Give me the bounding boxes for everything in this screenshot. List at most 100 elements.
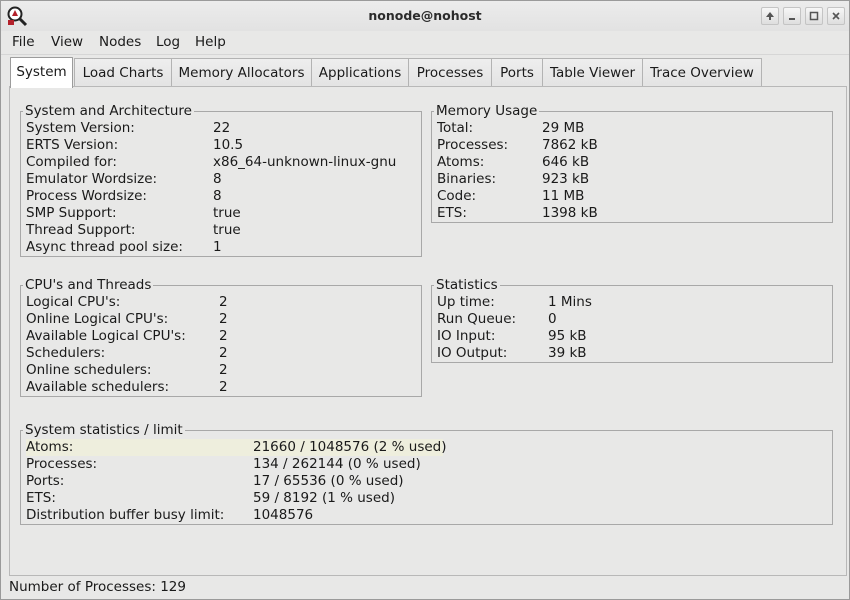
info-row-value: 2: [219, 311, 228, 327]
info-row-value: 21660 / 1048576 (2 % used): [253, 439, 447, 455]
info-row-label: Code:: [437, 188, 477, 204]
box-title: Memory Usage: [436, 103, 538, 119]
info-row-label: Online schedulers:: [26, 362, 152, 378]
box-title: System and Architecture: [25, 103, 192, 119]
menu-view[interactable]: View: [51, 34, 83, 50]
maximize-icon: [809, 11, 819, 21]
info-row-value: 8: [213, 188, 222, 204]
info-row-value: 0: [548, 311, 557, 327]
info-row-value: 59 / 8192 (1 % used): [253, 490, 395, 506]
info-row-label: Binaries:: [437, 171, 497, 187]
close-icon: [832, 12, 840, 20]
info-row-label: Logical CPU's:: [26, 294, 121, 310]
info-row-value: 22: [213, 120, 231, 136]
tab-table-viewer[interactable]: Table Viewer: [542, 58, 643, 87]
info-row-value: 646 kB: [542, 154, 590, 170]
info-row-value: 39 kB: [548, 345, 587, 361]
info-row: Available Logical CPU's: 2: [26, 328, 409, 345]
info-row-value: 923 kB: [542, 171, 590, 187]
info-row-label: IO Output:: [437, 345, 508, 361]
menu-log[interactable]: Log: [156, 34, 180, 50]
info-row-value: true: [213, 222, 241, 238]
menu-file[interactable]: File: [12, 34, 35, 50]
menu-nodes[interactable]: Nodes: [99, 34, 141, 50]
info-row-label: Thread Support:: [26, 222, 136, 238]
info-row-value: 29 MB: [542, 120, 585, 136]
menu-bar: File View Nodes Log Help: [1, 31, 849, 55]
info-row-label: Async thread pool size:: [26, 239, 183, 255]
info-row: Logical CPU's: 2: [26, 294, 409, 311]
info-row: Emulator Wordsize: 8: [26, 171, 403, 188]
info-row: Atoms: 21660 / 1048576 (2 % used): [26, 439, 447, 456]
system-architecture-box: System and Architecture System Version: 2…: [20, 104, 422, 257]
box-title: Statistics: [436, 277, 498, 293]
close-button[interactable]: [827, 7, 845, 25]
tab-applications[interactable]: Applications: [311, 58, 409, 87]
tab-trace-overview[interactable]: Trace Overview: [642, 58, 762, 87]
info-row: IO Output: 39 kB: [437, 345, 738, 362]
menu-help[interactable]: Help: [195, 34, 226, 50]
cpu-threads-box: CPU's and Threads Logical CPU's: 2 Online …: [20, 278, 422, 397]
arrow-up-icon: [766, 12, 774, 20]
info-row-value: 7862 kB: [542, 137, 598, 153]
info-row-value: 8: [213, 171, 222, 187]
info-row-label: Run Queue:: [437, 311, 517, 327]
info-row-value: 134 / 262144 (0 % used): [253, 456, 421, 472]
info-row-value: 95 kB: [548, 328, 587, 344]
window-title: nonode@nohost: [368, 8, 482, 23]
maximize-button[interactable]: [805, 7, 823, 25]
info-row-value: 1: [213, 239, 222, 255]
tab-processes[interactable]: Processes: [408, 58, 492, 87]
info-row-label: Distribution buffer busy limit:: [26, 507, 225, 523]
minimize-icon: [789, 18, 795, 20]
info-row-label: Atoms:: [437, 154, 485, 170]
minimize-button[interactable]: [783, 7, 801, 25]
info-row: Processes: 7862 kB: [437, 137, 732, 154]
info-row-value: 2: [219, 328, 228, 344]
keep-above-button[interactable]: [761, 7, 779, 25]
tab-memory-allocators[interactable]: Memory Allocators: [171, 58, 312, 87]
info-row: Thread Support: true: [26, 222, 403, 239]
info-row: Atoms: 646 kB: [437, 154, 732, 171]
info-row: Online schedulers: 2: [26, 362, 409, 379]
info-row-value: x86_64-unknown-linux-gnu: [213, 154, 397, 170]
info-row: ERTS Version: 10.5: [26, 137, 403, 154]
info-row-label: Atoms:: [26, 439, 74, 455]
info-row-value: 2: [219, 345, 228, 361]
info-row-value: 10.5: [213, 137, 244, 153]
info-row-value: true: [213, 205, 241, 221]
info-row: Distribution buffer busy limit: 1048576: [26, 507, 443, 524]
info-row: Schedulers: 2: [26, 345, 409, 362]
tab-ports[interactable]: Ports: [491, 58, 543, 87]
statistics-box: Statistics Up time: 1 Mins Run Queue: 0 IO I…: [431, 278, 833, 363]
info-row: Compiled for: x86_64-unknown-linux-gnu: [26, 154, 403, 171]
memory-usage-box: Memory Usage Total: 29 MB Processes: 7862 k…: [431, 104, 833, 223]
info-row-value: 1 Mins: [548, 294, 592, 310]
info-row: Run Queue: 0: [437, 311, 738, 328]
info-row-value: 2: [219, 379, 228, 395]
tab-bar: System Load Charts Memory Allocators App…: [9, 57, 849, 88]
box-title: CPU's and Threads: [25, 277, 152, 293]
info-row-label: ETS:: [26, 490, 56, 506]
info-row: Processes: 134 / 262144 (0 % used): [26, 456, 443, 473]
info-row-label: Up time:: [437, 294, 495, 310]
info-row-value: 1048576: [253, 507, 314, 523]
tab-load-charts[interactable]: Load Charts: [74, 58, 172, 87]
tab-system[interactable]: System: [10, 57, 73, 88]
info-row: Available schedulers: 2: [26, 379, 409, 396]
info-row-label: Compiled for:: [26, 154, 117, 170]
info-row: SMP Support: true: [26, 205, 403, 222]
info-row-label: IO Input:: [437, 328, 496, 344]
info-row-label: Online Logical CPU's:: [26, 311, 169, 327]
info-row: Ports: 17 / 65536 (0 % used): [26, 473, 443, 490]
info-row: Up time: 1 Mins: [437, 294, 738, 311]
info-row-value: 2: [219, 294, 228, 310]
info-row: Total: 29 MB: [437, 120, 732, 137]
info-row-label: Ports:: [26, 473, 65, 489]
info-row-label: Schedulers:: [26, 345, 106, 361]
info-row: ETS: 59 / 8192 (1 % used): [26, 490, 443, 507]
info-row-label: Total:: [437, 120, 474, 136]
box-title: System statistics / limit: [25, 422, 183, 438]
info-row-label: Available schedulers:: [26, 379, 170, 395]
title-bar[interactable]: nonode@nohost: [1, 1, 849, 31]
